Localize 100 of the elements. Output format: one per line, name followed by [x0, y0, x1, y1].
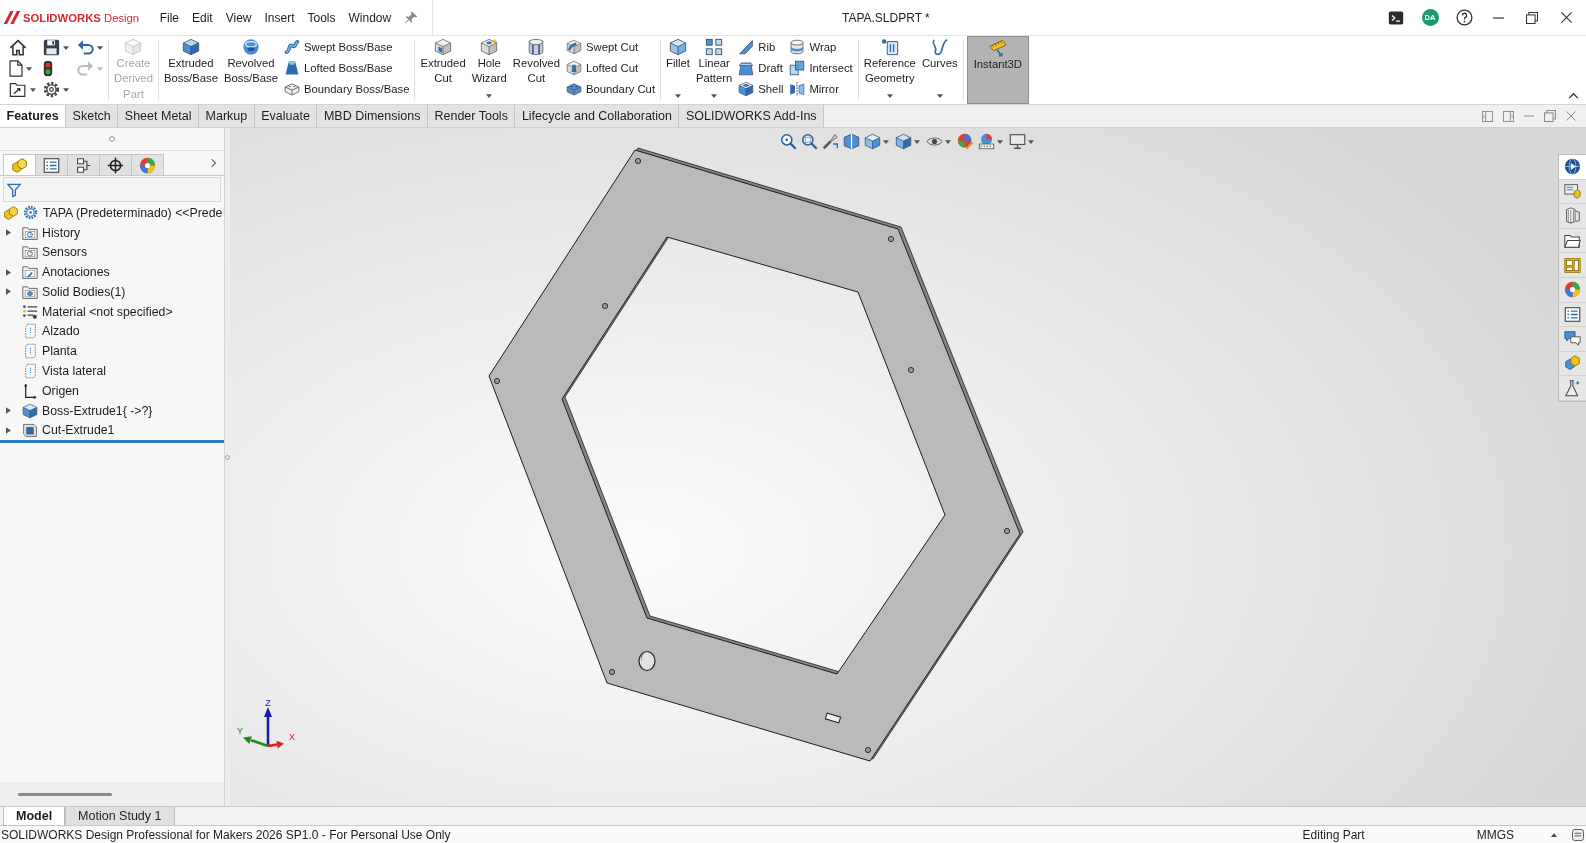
terminal-icon[interactable] [1388, 9, 1404, 26]
caret-up-icon[interactable] [1551, 832, 1557, 837]
expand-arrow-icon[interactable] [6, 268, 11, 276]
tree-item[interactable]: Anotaciones [42, 265, 110, 280]
scene-icon[interactable] [978, 133, 995, 150]
command-tab[interactable]: Render Tools [427, 105, 516, 127]
ribbon-button[interactable]: Boundary Cut [565, 78, 655, 99]
wand-icon[interactable] [822, 133, 839, 150]
task-pane-tab[interactable] [1559, 155, 1586, 180]
rollback-bar[interactable] [0, 440, 224, 444]
pin-icon[interactable] [404, 11, 418, 24]
color-sphere-icon[interactable] [957, 133, 974, 150]
ribbon-button[interactable]: Extruded Boss/Base [160, 36, 221, 104]
chevron-right-icon[interactable] [211, 158, 217, 168]
ribbon-button[interactable]: Revolved Boss/Base [220, 36, 281, 104]
caret-icon[interactable] [997, 139, 1003, 144]
command-tab[interactable]: Features [0, 105, 67, 127]
tree-item[interactable]: Vista lateral [42, 364, 107, 378]
expand-arrow-icon[interactable] [6, 407, 11, 415]
note-icon[interactable] [1572, 828, 1584, 841]
bottom-tab[interactable]: Model [3, 807, 66, 825]
bottom-tab[interactable]: Motion Study 1 [65, 807, 175, 825]
sliced-box-icon[interactable] [843, 133, 860, 150]
panel-right-icon[interactable] [1503, 110, 1514, 122]
tree-item[interactable]: Sensors [42, 245, 88, 260]
magnifier-icon[interactable] [780, 133, 797, 150]
caret-icon[interactable] [30, 87, 36, 92]
menu-item[interactable]: File [153, 0, 186, 35]
panel-left-icon[interactable] [1482, 110, 1493, 122]
settings-icon[interactable] [43, 81, 60, 98]
ribbon-button[interactable]: Draft [738, 57, 784, 78]
expand-arrow-icon[interactable] [6, 288, 11, 296]
ribbon-button[interactable]: Revolved Cut [509, 36, 563, 104]
tree-item[interactable]: Boss-Extrude1{ ->?} [42, 403, 153, 418]
ribbon-button[interactable]: Reference Geometry [860, 36, 919, 104]
shaded-box-icon[interactable] [895, 133, 912, 150]
ribbon-button[interactable]: Curves [918, 36, 961, 104]
caret-icon[interactable] [26, 66, 32, 71]
ribbon-button[interactable]: Extruded Cut [417, 36, 469, 104]
ribbon-button[interactable]: Intersect [789, 57, 853, 78]
ribbon-button[interactable]: Shell [738, 78, 784, 99]
folder-arrow-icon[interactable] [9, 81, 27, 98]
home-icon[interactable] [9, 39, 27, 56]
ribbon-button[interactable]: Swept Cut [565, 36, 655, 57]
menu-item[interactable]: Tools [301, 0, 342, 35]
command-tab[interactable]: MBD Dimensions [317, 105, 428, 127]
menu-item[interactable]: Insert [257, 0, 301, 35]
menu-item[interactable]: Edit [185, 0, 220, 35]
ribbon-button[interactable]: Fillet [663, 36, 693, 104]
undo-icon[interactable] [77, 39, 94, 56]
ribbon-button[interactable]: Lofted Boss/Base [283, 57, 410, 78]
caret-icon[interactable] [63, 45, 69, 50]
filter-field[interactable] [3, 177, 221, 202]
ribbon-button[interactable]: Mirror [789, 78, 853, 99]
magnifier-icon[interactable] [801, 133, 818, 150]
close-icon[interactable] [1560, 12, 1572, 23]
units-label[interactable]: MMGS [1476, 827, 1514, 842]
chevron-up-icon[interactable] [1568, 92, 1579, 99]
panel-tab[interactable] [67, 154, 100, 175]
toggle-button[interactable]: Instant3D [966, 36, 1030, 104]
ribbon-button[interactable]: Wrap [789, 36, 853, 57]
ribbon-button[interactable]: Lofted Cut [565, 57, 655, 78]
help-icon[interactable] [1455, 9, 1473, 26]
command-tab[interactable]: Sheet Metal [118, 105, 200, 127]
document-icon[interactable] [9, 60, 23, 77]
menu-item[interactable]: View [219, 0, 258, 35]
caret-icon[interactable] [1028, 139, 1034, 144]
menu-item[interactable]: Window [342, 0, 398, 35]
caret-icon[interactable] [914, 139, 920, 144]
restore-icon[interactable] [1526, 11, 1538, 24]
monitor-icon[interactable] [1009, 133, 1026, 150]
minimize-icon[interactable] [1492, 16, 1504, 19]
ribbon-button[interactable]: Hole Wizard [468, 36, 510, 104]
tree-item[interactable]: Alzado [42, 324, 80, 339]
command-tab[interactable]: SOLIDWORKS Add-Ins [679, 105, 825, 127]
cube-icon[interactable] [864, 133, 881, 150]
caret-icon[interactable] [883, 139, 889, 144]
tree-item[interactable]: Planta [42, 344, 77, 359]
caret-icon[interactable] [97, 45, 103, 50]
tree-item[interactable]: Material <not specified> [42, 304, 173, 319]
ribbon-button[interactable]: Rib [738, 36, 784, 57]
tree-item[interactable]: Solid Bodies(1) [42, 284, 126, 299]
tree-item[interactable]: TAPA (Predeterminado) <<Prede [43, 205, 223, 220]
expand-arrow-icon[interactable] [6, 426, 11, 434]
command-tab[interactable]: Markup [199, 105, 255, 127]
task-pane-tab[interactable] [1559, 204, 1586, 229]
graphics-area[interactable]: Z Y X [230, 128, 1586, 806]
expand-arrow-icon[interactable] [6, 229, 11, 237]
tree-item[interactable]: Origen [42, 383, 79, 398]
ribbon-button[interactable]: Boundary Boss/Base [283, 78, 410, 99]
command-tab[interactable]: Lifecycle and Collaboration [515, 105, 680, 127]
caret-icon[interactable] [63, 87, 69, 92]
caret-icon[interactable] [945, 139, 951, 144]
ribbon-button[interactable]: Swept Boss/Base [283, 36, 410, 57]
horizontal-scrollbar[interactable] [18, 792, 112, 796]
traffic-light-icon[interactable] [43, 60, 53, 77]
panel-tab[interactable] [35, 154, 68, 175]
tree-item[interactable]: History [42, 225, 81, 240]
ribbon-button[interactable]: Linear Pattern [692, 36, 736, 104]
panel-tab[interactable] [99, 154, 132, 175]
